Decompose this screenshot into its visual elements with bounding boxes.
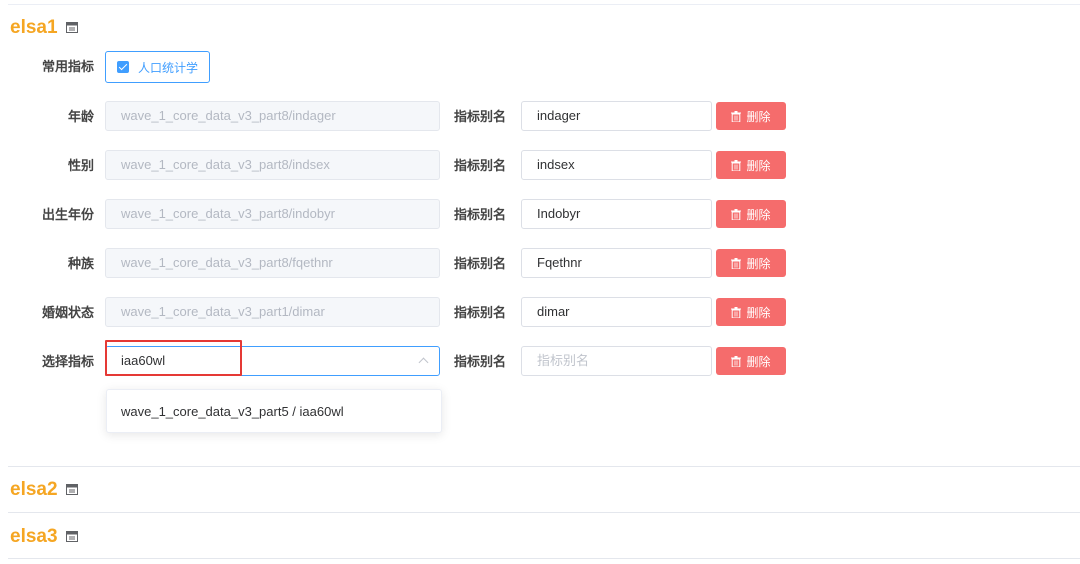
indicator-row: 年龄 wave_1_core_data_v3_part8/indager 指标别… bbox=[0, 101, 1080, 133]
calendar-icon[interactable] bbox=[65, 483, 80, 497]
section-divider bbox=[8, 512, 1080, 513]
indicator-select-input[interactable]: iaa60wl bbox=[105, 346, 440, 376]
indicator-row: 出生年份 wave_1_core_data_v3_part8/indobyr 指… bbox=[0, 199, 1080, 231]
chevron-up-icon[interactable] bbox=[418, 357, 429, 368]
calendar-icon[interactable] bbox=[65, 530, 80, 544]
alias-input[interactable]: indager bbox=[521, 101, 712, 131]
alias-input[interactable]: Fqethnr bbox=[521, 248, 712, 278]
common-indicator-row: 常用指标 人口统计学 bbox=[0, 51, 1080, 83]
calendar-icon[interactable] bbox=[65, 21, 80, 35]
trash-icon bbox=[731, 355, 742, 367]
alias-input[interactable]: 指标别名 bbox=[521, 346, 712, 376]
checkbox-checked-icon[interactable] bbox=[117, 61, 129, 73]
indicator-path-input: wave_1_core_data_v3_part8/indager bbox=[105, 101, 440, 131]
delete-button[interactable]: 删除 bbox=[716, 200, 786, 228]
delete-button-label: 删除 bbox=[746, 158, 771, 173]
delete-button-label: 删除 bbox=[746, 305, 771, 320]
section-divider bbox=[8, 466, 1080, 467]
alias-label: 指标别名 bbox=[454, 354, 507, 369]
section-title-text: elsa2 bbox=[10, 479, 58, 500]
indicator-label: 婚姻状态 bbox=[41, 305, 94, 320]
trash-icon bbox=[731, 110, 742, 122]
select-indicator-label: 选择指标 bbox=[41, 354, 94, 369]
delete-button[interactable]: 删除 bbox=[716, 249, 786, 277]
common-indicator-label: 常用指标 bbox=[41, 59, 94, 74]
section-divider bbox=[8, 558, 1080, 559]
indicator-label: 种族 bbox=[67, 256, 94, 271]
section-title-elsa2[interactable]: elsa2 bbox=[10, 477, 80, 503]
alias-label: 指标别名 bbox=[454, 256, 507, 271]
alias-label: 指标别名 bbox=[454, 109, 507, 124]
delete-button-label: 删除 bbox=[746, 109, 771, 124]
section-title-text: elsa3 bbox=[10, 526, 58, 547]
checkbox-label: 人口统计学 bbox=[138, 60, 199, 75]
alias-input[interactable]: dimar bbox=[521, 297, 712, 327]
indicator-dropdown: wave_1_core_data_v3_part5 / iaa60wl bbox=[106, 389, 442, 433]
indicator-label: 出生年份 bbox=[41, 207, 94, 222]
alias-label: 指标别名 bbox=[454, 158, 507, 173]
trash-icon bbox=[731, 306, 742, 318]
indicator-label: 性别 bbox=[67, 158, 94, 173]
delete-button[interactable]: 删除 bbox=[716, 298, 786, 326]
section-title-elsa1[interactable]: elsa1 bbox=[10, 15, 80, 41]
select-value: iaa60wl bbox=[121, 353, 166, 368]
section-title-elsa3[interactable]: elsa3 bbox=[10, 524, 80, 550]
indicator-path-input: wave_1_core_data_v3_part8/indobyr bbox=[105, 199, 440, 229]
delete-button-label: 删除 bbox=[746, 354, 771, 369]
trash-icon bbox=[731, 159, 742, 171]
trash-icon bbox=[731, 208, 742, 220]
section-title-text: elsa1 bbox=[10, 17, 58, 38]
delete-button-label: 删除 bbox=[746, 256, 771, 271]
demographics-checkbox[interactable]: 人口统计学 bbox=[105, 51, 210, 83]
select-indicator-row: 选择指标 iaa60wl 指标别名 指标别名 删除 bbox=[0, 346, 1080, 378]
alias-label: 指标别名 bbox=[454, 305, 507, 320]
indicator-row: 婚姻状态 wave_1_core_data_v3_part1/dimar 指标别… bbox=[0, 297, 1080, 329]
trash-icon bbox=[731, 257, 742, 269]
indicator-path-input: wave_1_core_data_v3_part8/fqethnr bbox=[105, 248, 440, 278]
indicator-label: 年龄 bbox=[67, 109, 94, 124]
delete-button-label: 删除 bbox=[746, 207, 771, 222]
delete-button[interactable]: 删除 bbox=[716, 347, 786, 375]
dropdown-option[interactable]: wave_1_core_data_v3_part5 / iaa60wl bbox=[107, 390, 441, 434]
indicator-path-input: wave_1_core_data_v3_part8/indsex bbox=[105, 150, 440, 180]
delete-button[interactable]: 删除 bbox=[716, 102, 786, 130]
alias-input[interactable]: indsex bbox=[521, 150, 712, 180]
top-divider bbox=[8, 4, 1080, 5]
indicator-path-input: wave_1_core_data_v3_part1/dimar bbox=[105, 297, 440, 327]
indicator-row: 性别 wave_1_core_data_v3_part8/indsex 指标别名… bbox=[0, 150, 1080, 182]
indicator-row: 种族 wave_1_core_data_v3_part8/fqethnr 指标别… bbox=[0, 248, 1080, 280]
alias-label: 指标别名 bbox=[454, 207, 507, 222]
alias-input[interactable]: Indobyr bbox=[521, 199, 712, 229]
delete-button[interactable]: 删除 bbox=[716, 151, 786, 179]
